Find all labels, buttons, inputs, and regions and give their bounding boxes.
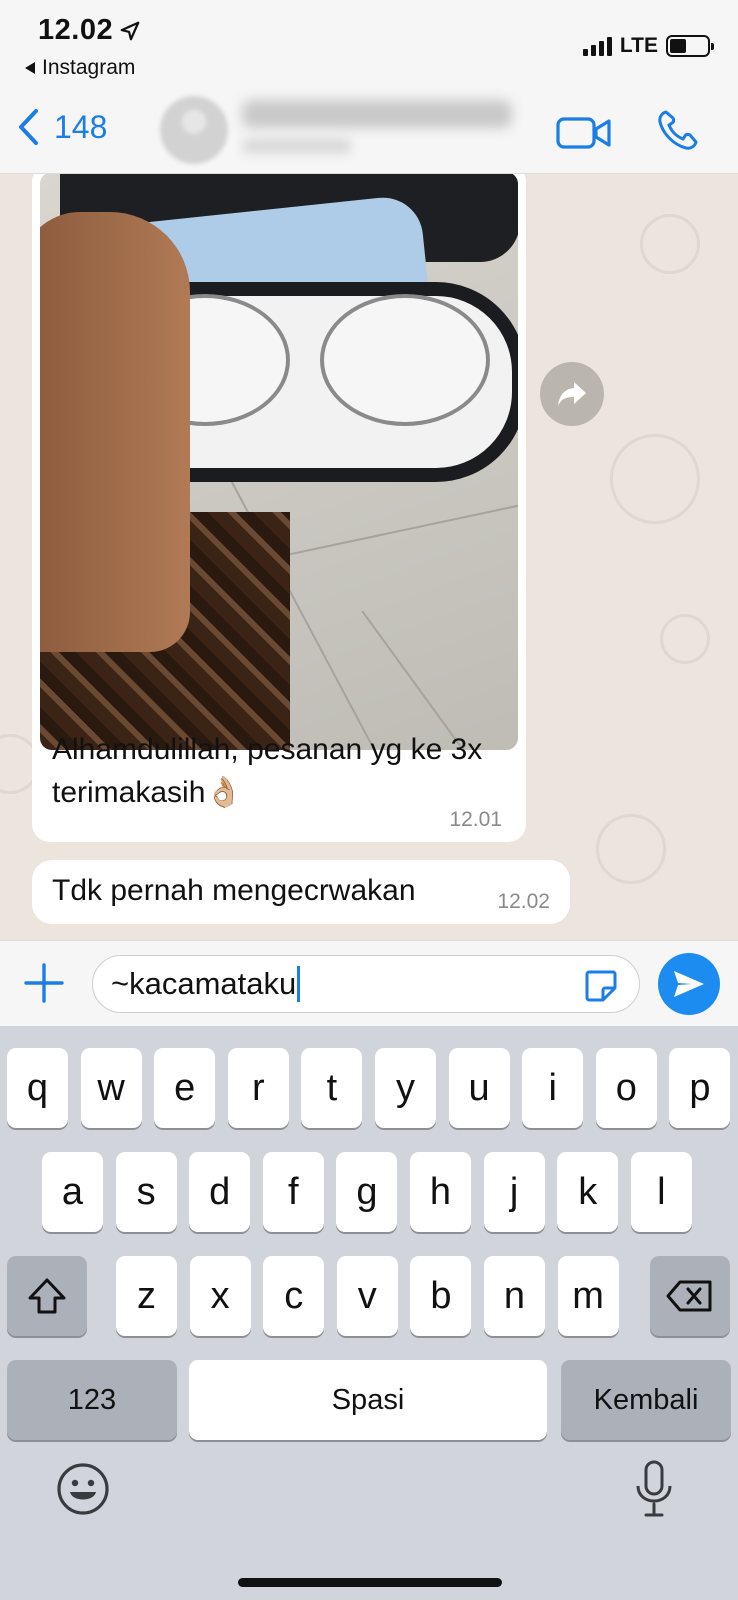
battery-level bbox=[670, 39, 687, 53]
image-caption: Alhamdulillah, pesanan yg ke 3x terimaka… bbox=[52, 733, 483, 809]
key-u[interactable]: u bbox=[448, 1048, 510, 1128]
sticker-icon[interactable] bbox=[583, 968, 619, 1004]
forward-button[interactable] bbox=[540, 362, 604, 426]
hand bbox=[40, 212, 190, 652]
text-message-bubble[interactable]: Tdk pernah mengecrwakan 12.02 bbox=[32, 860, 570, 924]
message-input-text[interactable]: ~kacamataku bbox=[111, 966, 301, 1002]
status-time: 12.02 bbox=[38, 14, 141, 47]
key-p[interactable]: p bbox=[669, 1048, 731, 1128]
back-to-app-link[interactable]: Instagram bbox=[24, 56, 135, 80]
battery-icon bbox=[666, 35, 714, 57]
key-r[interactable]: r bbox=[227, 1048, 289, 1128]
space-key[interactable]: Spasi bbox=[189, 1360, 547, 1440]
key-e[interactable]: e bbox=[154, 1048, 216, 1128]
key-b[interactable]: b bbox=[410, 1256, 472, 1336]
key-m[interactable]: m bbox=[557, 1256, 619, 1336]
message-time: 12.02 bbox=[497, 890, 550, 913]
message-composer: ~kacamataku bbox=[0, 940, 738, 1026]
time-text: 12.02 bbox=[38, 14, 114, 46]
shift-icon bbox=[28, 1278, 66, 1314]
video-call-icon[interactable] bbox=[556, 116, 612, 150]
key-h[interactable]: h bbox=[410, 1152, 471, 1232]
key-z[interactable]: z bbox=[116, 1256, 177, 1336]
status-bar: 12.02 Instagram LTE bbox=[0, 0, 738, 90]
key-y[interactable]: y bbox=[375, 1048, 436, 1128]
typed-value: ~kacamataku bbox=[111, 966, 297, 1001]
send-icon bbox=[674, 971, 704, 997]
background-doodle bbox=[610, 434, 700, 524]
numbers-key[interactable]: 123 bbox=[7, 1360, 177, 1440]
back-triangle-icon bbox=[25, 62, 35, 74]
key-n[interactable]: n bbox=[484, 1256, 545, 1336]
shift-key[interactable] bbox=[7, 1256, 87, 1336]
key-t[interactable]: t bbox=[301, 1048, 363, 1128]
message-input[interactable]: ~kacamataku bbox=[92, 955, 640, 1013]
phone-call-icon[interactable] bbox=[656, 108, 700, 152]
microphone-icon[interactable] bbox=[634, 1460, 674, 1518]
glasses-lens-right bbox=[320, 294, 490, 426]
key-g[interactable]: g bbox=[336, 1152, 398, 1232]
back-button[interactable]: 148 bbox=[16, 108, 107, 146]
key-x[interactable]: x bbox=[189, 1256, 251, 1336]
contact-subtitle-blurred bbox=[242, 138, 352, 154]
key-w[interactable]: w bbox=[80, 1048, 142, 1128]
keyboard: qwertyuiop asdfghjkl zxcvbnm 123 Spasi K… bbox=[0, 1026, 738, 1600]
key-k[interactable]: k bbox=[557, 1152, 619, 1232]
key-l[interactable]: l bbox=[630, 1152, 692, 1232]
key-j[interactable]: j bbox=[483, 1152, 545, 1232]
network-label: LTE bbox=[619, 34, 658, 57]
background-doodle bbox=[596, 814, 666, 884]
background-doodle bbox=[640, 214, 700, 274]
return-key[interactable]: Kembali bbox=[561, 1360, 731, 1440]
message-text: Tdk pernah mengecrwakan bbox=[52, 874, 416, 907]
location-arrow-icon bbox=[120, 21, 140, 40]
backspace-key[interactable] bbox=[650, 1256, 730, 1336]
key-q[interactable]: q bbox=[7, 1048, 68, 1128]
key-v[interactable]: v bbox=[336, 1256, 398, 1336]
key-i[interactable]: i bbox=[522, 1048, 584, 1128]
message-time: 12.01 bbox=[449, 808, 502, 831]
emoji-icon[interactable] bbox=[56, 1462, 110, 1516]
chat-header: 148 bbox=[0, 90, 738, 174]
key-a[interactable]: a bbox=[42, 1152, 103, 1232]
signal-icon bbox=[582, 36, 612, 56]
key-s[interactable]: s bbox=[115, 1152, 177, 1232]
back-app-label: Instagram bbox=[42, 56, 136, 79]
send-button[interactable] bbox=[658, 953, 720, 1015]
contact-name-blurred[interactable] bbox=[242, 100, 512, 128]
glasses-photo[interactable] bbox=[40, 174, 518, 750]
chat-area[interactable]: Alhamdulillah, pesanan yg ke 3x terimaka… bbox=[0, 174, 738, 940]
home-indicator[interactable] bbox=[238, 1578, 502, 1587]
unread-count: 148 bbox=[54, 108, 108, 145]
key-d[interactable]: d bbox=[189, 1152, 251, 1232]
text-caret bbox=[297, 966, 301, 1002]
back-chevron-icon bbox=[19, 109, 38, 145]
key-o[interactable]: o bbox=[595, 1048, 657, 1128]
key-f[interactable]: f bbox=[262, 1152, 324, 1232]
forward-icon bbox=[558, 382, 586, 406]
plus-icon[interactable] bbox=[22, 961, 66, 1005]
background-doodle bbox=[660, 614, 710, 664]
key-c[interactable]: c bbox=[263, 1256, 325, 1336]
backspace-icon bbox=[666, 1280, 712, 1312]
avatar[interactable] bbox=[160, 96, 228, 164]
status-indicators: LTE bbox=[582, 34, 714, 58]
image-message-bubble[interactable]: Alhamdulillah, pesanan yg ke 3x terimaka… bbox=[32, 174, 526, 842]
